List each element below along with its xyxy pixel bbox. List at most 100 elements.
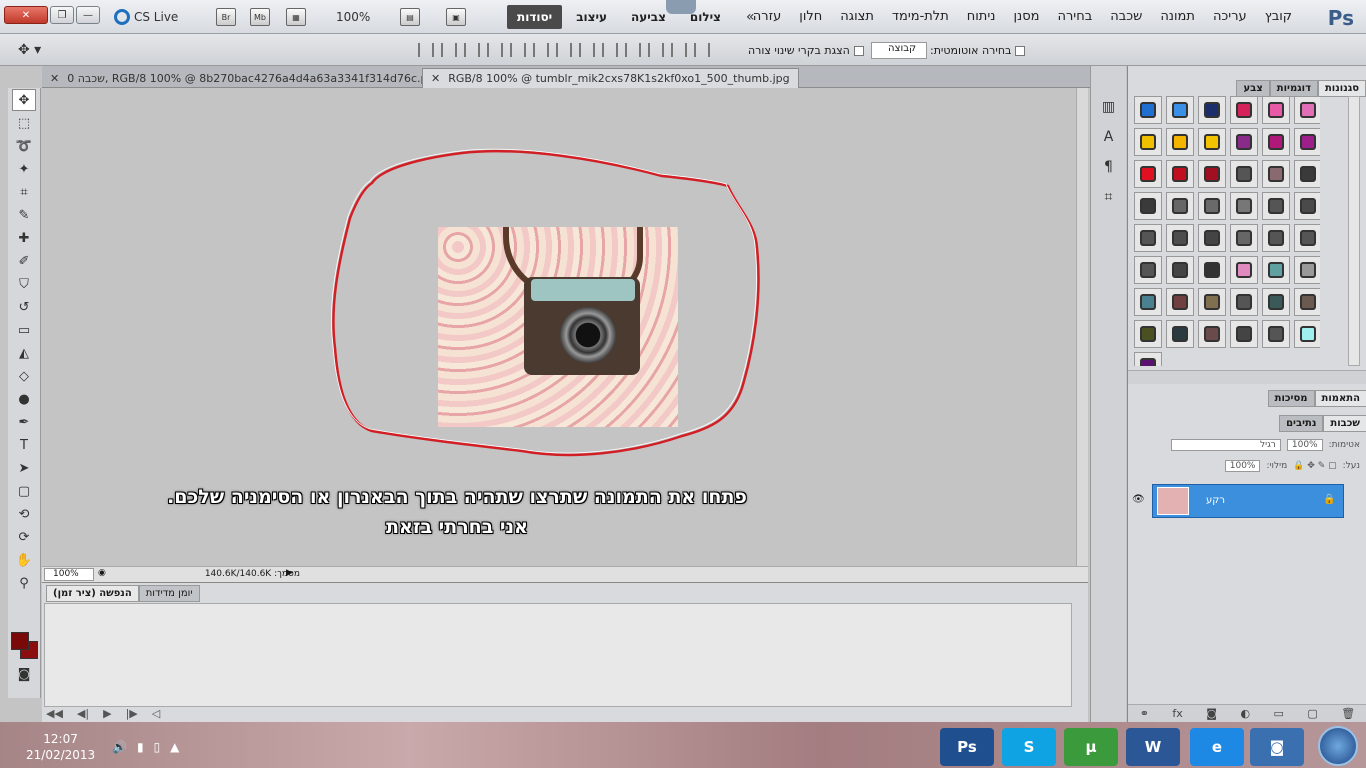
shape-tool-icon[interactable]: ▢	[12, 480, 36, 502]
paint-bucket-tool-icon[interactable]: ◭	[12, 342, 36, 364]
align-icon[interactable]	[625, 43, 641, 57]
tab-swatches[interactable]: דוגמיות	[1269, 80, 1318, 97]
clone-stamp-tool-icon[interactable]: ⛉	[12, 273, 36, 295]
blur-tool-icon[interactable]: ◇	[12, 365, 36, 387]
film-icon[interactable]: ▦	[286, 8, 306, 26]
tool-presets-icon[interactable]: ⌗	[1098, 186, 1120, 208]
style-swatch[interactable]	[1230, 192, 1258, 220]
tab-masks[interactable]: מסיכות	[1267, 390, 1315, 407]
close-tab-icon[interactable]: ✕	[431, 72, 440, 85]
bridge-button[interactable]: Br	[216, 8, 236, 26]
style-swatch[interactable]	[1262, 128, 1290, 156]
status-zoom-field[interactable]: 100%	[44, 568, 94, 581]
style-swatch[interactable]	[1198, 256, 1226, 284]
dodge-tool-icon[interactable]: ●	[12, 388, 36, 410]
tab-layers[interactable]: שכבות	[1323, 415, 1366, 432]
style-swatch[interactable]	[1294, 128, 1320, 156]
align-icon[interactable]	[533, 43, 549, 57]
zoom-tool-icon[interactable]: ⚲	[12, 572, 36, 594]
style-swatch[interactable]	[1198, 288, 1226, 316]
volume-icon[interactable]: 🔊	[112, 740, 127, 754]
workspace-design[interactable]: עיצוב	[566, 5, 617, 29]
taskbar-app-icon[interactable]: µ	[1064, 728, 1118, 766]
opacity-field[interactable]: 100%	[1286, 439, 1323, 451]
style-swatch[interactable]	[1134, 128, 1162, 156]
style-swatch[interactable]	[1262, 160, 1290, 188]
move-tool-icon[interactable]: ✥	[12, 89, 36, 111]
style-swatch[interactable]	[1230, 96, 1258, 124]
document-canvas[interactable]: פתחו את התמונה שתרצו שתהיה בתוך הבאנרון …	[42, 88, 1076, 566]
path-selection-tool-icon[interactable]: ➤	[12, 457, 36, 479]
menu-analysis[interactable]: ניתוח	[967, 9, 996, 24]
style-swatch[interactable]	[1134, 192, 1162, 220]
taskbar-app-icon[interactable]: e	[1190, 728, 1244, 766]
style-swatch[interactable]	[1134, 256, 1162, 284]
menu-3d[interactable]: תלת-מימד	[892, 9, 949, 24]
style-swatch[interactable]	[1262, 320, 1290, 348]
workspace-photography[interactable]: צילום	[680, 5, 731, 29]
new-group-icon[interactable]: ▭	[1274, 707, 1284, 720]
hand-tool-icon[interactable]: ✋	[12, 549, 36, 571]
fx-icon[interactable]: fx	[1172, 707, 1182, 720]
battery-icon[interactable]: ▯	[154, 740, 161, 754]
lasso-tool-icon[interactable]: ➰	[12, 135, 36, 157]
taskbar-app-icon[interactable]: Ps	[940, 728, 994, 766]
tab-paths[interactable]: נתיבים	[1279, 415, 1324, 432]
foreground-color-swatch[interactable]	[11, 632, 29, 650]
style-swatch[interactable]	[1134, 288, 1162, 316]
tab-styles[interactable]: סגנונות	[1317, 80, 1366, 97]
style-swatch[interactable]	[1166, 192, 1194, 220]
style-swatch[interactable]	[1230, 320, 1258, 348]
status-menu-arrow-icon[interactable]: ▶	[286, 568, 293, 578]
style-swatch[interactable]	[1134, 160, 1162, 188]
style-swatch[interactable]	[1198, 160, 1226, 188]
status-info-icon[interactable]: ◉	[98, 568, 106, 578]
menu-help[interactable]: עזרה	[753, 9, 781, 24]
new-layer-icon[interactable]: ▢	[1307, 707, 1317, 720]
type-tool-icon[interactable]: T	[12, 434, 36, 456]
fill-field[interactable]: 100%	[1224, 460, 1261, 472]
style-swatch[interactable]	[1230, 288, 1258, 316]
audio-icon[interactable]: ◁	[152, 707, 160, 720]
style-swatch[interactable]	[1294, 320, 1320, 348]
3d-rotate-tool-icon[interactable]: ⟲	[12, 503, 36, 525]
doc-tab-1[interactable]: ✕ שכבה 0, RGB/8 100% @ 8b270bac4276a4d4a…	[42, 68, 450, 88]
style-swatch[interactable]	[1166, 224, 1194, 252]
zoom-level[interactable]: 100%	[336, 10, 370, 24]
style-swatch[interactable]	[1198, 320, 1226, 348]
style-swatch[interactable]	[1198, 96, 1226, 124]
style-swatch[interactable]	[1294, 192, 1320, 220]
history-brush-tool-icon[interactable]: ↺	[12, 296, 36, 318]
lock-icons[interactable]: ▢ ✎ ✥ 🔒	[1293, 461, 1336, 471]
taskbar-app-icon[interactable]: S	[1002, 728, 1056, 766]
auto-select-checkbox[interactable]	[1015, 45, 1026, 56]
workspace-essentials[interactable]: יסודות	[507, 5, 563, 29]
menu-edit[interactable]: עריכה	[1213, 9, 1247, 24]
clock[interactable]: 12:07 21/02/2013	[26, 731, 95, 763]
style-swatch[interactable]	[1166, 128, 1194, 156]
align-icon[interactable]	[418, 43, 434, 57]
style-swatch[interactable]	[1166, 256, 1194, 284]
style-swatch[interactable]	[1262, 288, 1290, 316]
show-hidden-icons[interactable]: ▲	[170, 740, 179, 754]
tab-color[interactable]: צבע	[1236, 80, 1270, 97]
align-icon[interactable]	[671, 43, 687, 57]
pen-tool-icon[interactable]: ✒	[12, 411, 36, 433]
character-icon[interactable]: A	[1098, 126, 1120, 148]
canvas-vertical-scrollbar[interactable]	[1076, 88, 1088, 566]
align-icon[interactable]	[441, 43, 457, 57]
style-swatch[interactable]	[1198, 192, 1226, 220]
style-swatch[interactable]	[1134, 224, 1162, 252]
quick-mask-icon[interactable]: ◙	[12, 663, 36, 685]
auto-select-option[interactable]: בחירה אוטומטית:	[930, 44, 1026, 57]
link-layers-icon[interactable]: ⚭	[1140, 707, 1149, 720]
taskbar-app-icon[interactable]: ◙	[1250, 728, 1304, 766]
align-icon[interactable]	[487, 43, 503, 57]
auto-select-dropdown[interactable]: קבוצה	[871, 42, 927, 59]
crop-tool-icon[interactable]: ⌗	[12, 181, 36, 203]
prev-frame-icon[interactable]: ◀|	[77, 707, 89, 720]
align-icon[interactable]	[648, 43, 664, 57]
marquee-tool-icon[interactable]: ⬚	[12, 112, 36, 134]
menu-filter[interactable]: מסנן	[1013, 9, 1039, 24]
style-swatch[interactable]	[1198, 128, 1226, 156]
